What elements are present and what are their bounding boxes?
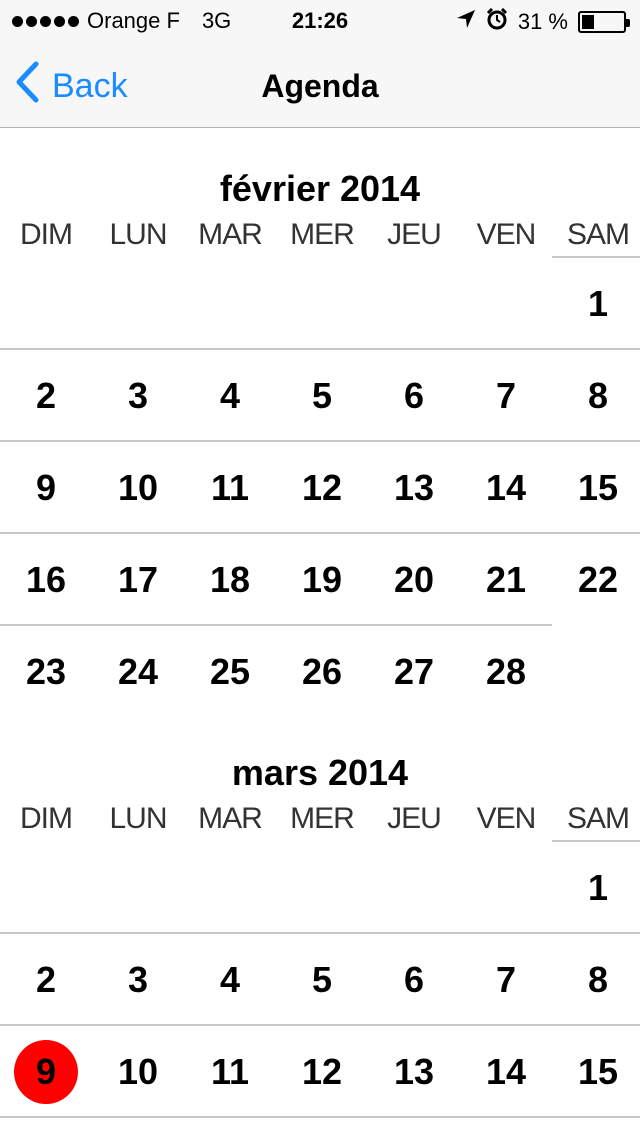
- calendar-day[interactable]: 11: [184, 442, 276, 534]
- calendar-day[interactable]: 5: [276, 350, 368, 442]
- calendar-day[interactable]: 14: [460, 442, 552, 534]
- calendar-day[interactable]: 8: [552, 934, 640, 1026]
- calendar-day[interactable]: 12: [276, 442, 368, 534]
- calendar-day[interactable]: 3: [92, 934, 184, 1026]
- calendar-day[interactable]: 15: [552, 442, 640, 534]
- calendar-day[interactable]: 7: [460, 934, 552, 1026]
- calendar-day[interactable]: 26: [276, 626, 368, 718]
- weekday-label: MAR: [198, 802, 263, 835]
- location-arrow-icon: [456, 9, 476, 35]
- calendar-day[interactable]: 7: [460, 350, 552, 442]
- weekday-label: JEU: [387, 802, 442, 835]
- calendar-day[interactable]: 2: [0, 350, 92, 442]
- navigation-bar: Back Agenda: [0, 40, 640, 128]
- calendar-day[interactable]: 25: [184, 626, 276, 718]
- calendar-day[interactable]: 3: [92, 350, 184, 442]
- calendar-day[interactable]: 12: [276, 1026, 368, 1118]
- calendar-day[interactable]: 17: [92, 534, 184, 626]
- alarm-clock-icon: [486, 7, 508, 36]
- calendar-day[interactable]: 8: [552, 350, 640, 442]
- weekday-label: MER: [290, 218, 355, 251]
- weekday-label: SAM: [566, 802, 630, 835]
- calendar-day[interactable]: 27: [368, 626, 460, 718]
- calendar-day[interactable]: 24: [92, 626, 184, 718]
- status-bar: Orange F 3G 21:26 31 %: [0, 0, 640, 40]
- calendar-day[interactable]: 14: [460, 1026, 552, 1118]
- calendar-day[interactable]: 21: [460, 534, 552, 626]
- calendar-day[interactable]: 20: [368, 534, 460, 626]
- calendar-day[interactable]: 13: [368, 442, 460, 534]
- calendar-day[interactable]: 15: [552, 1026, 640, 1118]
- weekday-label: LUN: [109, 218, 167, 251]
- calendar-day[interactable]: 6: [368, 350, 460, 442]
- battery-icon: [578, 11, 630, 33]
- calendar-day[interactable]: 22: [552, 534, 640, 626]
- calendar-day[interactable]: 23: [0, 626, 92, 718]
- calendar-day[interactable]: 16: [0, 534, 92, 626]
- calendar-day[interactable]: 19: [276, 534, 368, 626]
- calendar-day[interactable]: 9: [0, 442, 92, 534]
- calendar-day[interactable]: 28: [460, 626, 552, 718]
- calendar-day[interactable]: 13: [368, 1026, 460, 1118]
- month-title: mars 2014: [231, 752, 409, 793]
- calendar-day[interactable]: 1: [552, 258, 640, 350]
- weekday-label: VEN: [476, 218, 537, 251]
- calendar-day[interactable]: 10: [92, 442, 184, 534]
- calendar-day[interactable]: 6: [368, 934, 460, 1026]
- calendar-day[interactable]: 4: [184, 934, 276, 1026]
- weekday-label: VEN: [476, 802, 537, 835]
- calendar-day[interactable]: 11: [184, 1026, 276, 1118]
- month-title: février 2014: [219, 168, 421, 209]
- calendar-day[interactable]: 10: [92, 1026, 184, 1118]
- weekday-label: MER: [290, 802, 355, 835]
- weekday-label: DIM: [20, 218, 73, 251]
- calendar-day[interactable]: 5: [276, 934, 368, 1026]
- weekday-label: JEU: [387, 218, 442, 251]
- battery-percent: 31 %: [517, 9, 568, 34]
- page-title: Agenda: [261, 68, 379, 104]
- weekday-label: MAR: [198, 218, 263, 251]
- calendar-day[interactable]: 2: [0, 934, 92, 1026]
- calendar-day[interactable]: 4: [184, 350, 276, 442]
- weekday-label: DIM: [20, 802, 73, 835]
- row-separator: [0, 1116, 640, 1118]
- today-indicator: 9: [14, 1040, 78, 1104]
- weekday-label: SAM: [566, 218, 630, 251]
- calendar-day[interactable]: 18: [184, 534, 276, 626]
- status-right: 31 %: [456, 7, 630, 36]
- calendar-day[interactable]: 1: [552, 842, 640, 934]
- calendar-day-today[interactable]: 9: [0, 1026, 92, 1118]
- weekday-label: LUN: [109, 802, 167, 835]
- battery-fill: [582, 15, 594, 29]
